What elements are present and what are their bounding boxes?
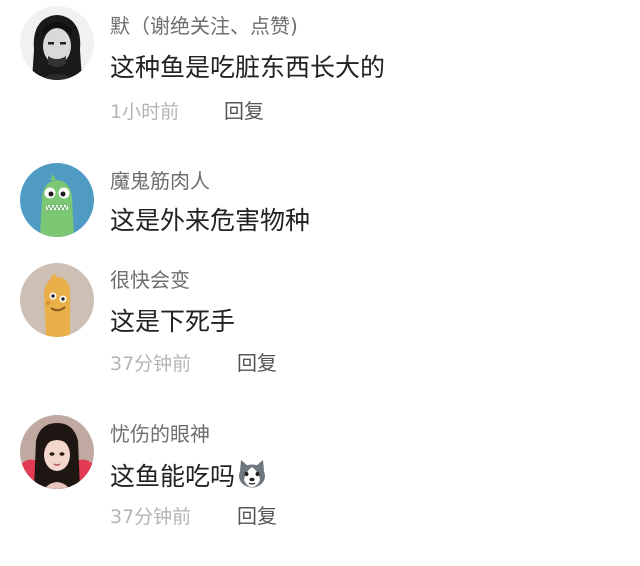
comment-username[interactable]: 很快会变: [110, 267, 190, 293]
comment-text-row: 这鱼能吃吗: [110, 458, 268, 493]
comment-username[interactable]: 忧伤的眼神: [110, 421, 210, 447]
cartoon-sausage-avatar[interactable]: [20, 263, 94, 337]
reply-button[interactable]: 回复: [224, 99, 264, 123]
comment-timestamp: 1小时前: [110, 101, 180, 123]
man-portrait-avatar-image: [20, 6, 94, 80]
comment-timestamp: 37分钟前: [110, 506, 192, 528]
girl-photo-avatar[interactable]: [20, 415, 94, 489]
comment-text: 这是外来危害物种: [110, 206, 311, 235]
green-monster-avatar[interactable]: [20, 163, 94, 237]
comment-text: 这种鱼是吃脏东西长大的: [110, 53, 386, 82]
comment-text: 这鱼能吃吗: [110, 462, 236, 491]
comment-timestamp: 37分钟前: [110, 353, 192, 375]
comment-username[interactable]: 默（谢绝关注、点赞): [110, 13, 298, 39]
girl-photo-avatar-image: [20, 415, 94, 489]
man-portrait-avatar[interactable]: [20, 6, 94, 80]
comment-text: 这是下死手: [110, 307, 236, 336]
cartoon-sausage-avatar-image: [20, 263, 94, 337]
reply-button[interactable]: 回复: [237, 504, 277, 528]
comment-username[interactable]: 魔鬼筋肉人: [110, 168, 210, 194]
reply-button[interactable]: 回复: [237, 351, 277, 375]
husky-dog-emoji-icon: [236, 458, 268, 490]
green-monster-avatar-image: [20, 163, 94, 237]
